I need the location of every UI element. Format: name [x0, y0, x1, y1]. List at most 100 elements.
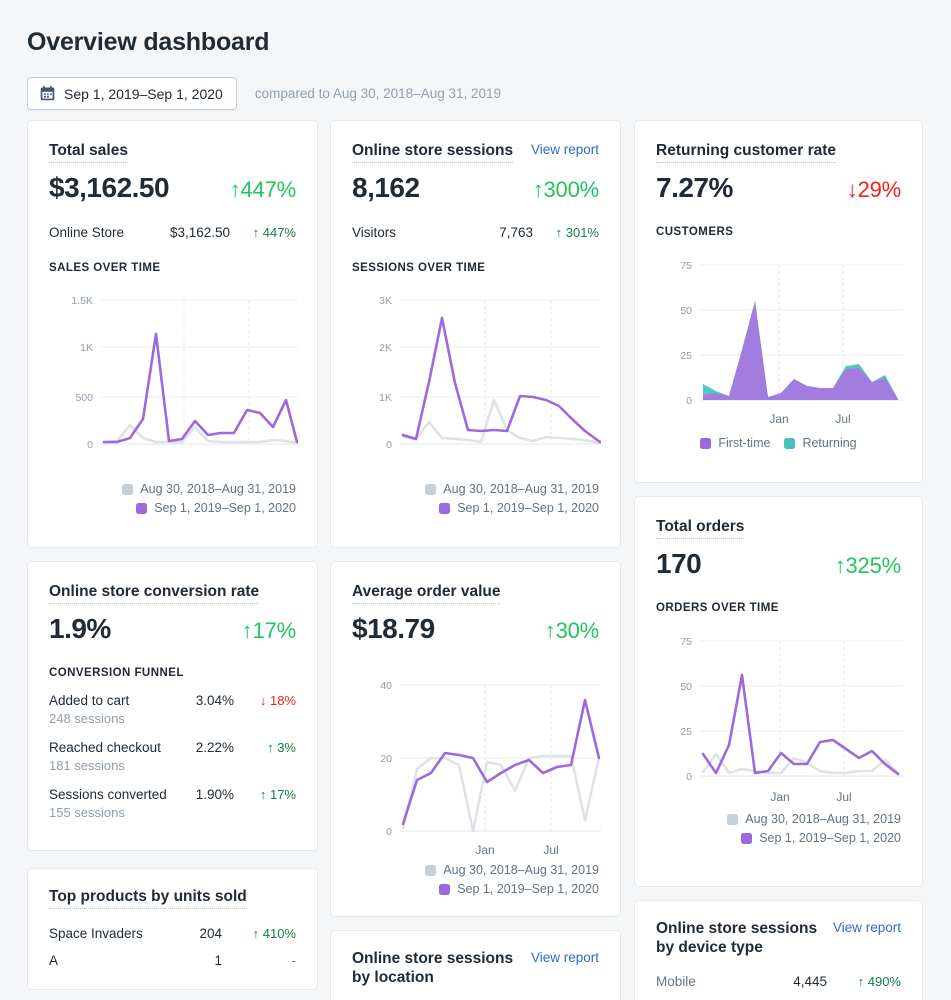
svg-text:Jan: Jan [770, 790, 789, 804]
svg-text:75: 75 [680, 260, 692, 272]
legend-item-previous: Aug 30, 2018–Aug 31, 2019 [425, 863, 599, 877]
sessions-device-title-line1: Online store sessions [656, 920, 818, 937]
sessions-location-title: Online store sessions by location [352, 949, 513, 990]
total-orders-delta: ↑325% [834, 553, 901, 579]
sessions-device-title: Online store sessions by device type [656, 919, 817, 960]
orders-chart-legend: Aug 30, 2018–Aug 31, 2019 Sep 1, 2019–Se… [656, 812, 901, 845]
top-products-title: Top products by units sold [49, 887, 247, 910]
device-sessions: 4,445 [793, 973, 827, 989]
legend-swatch-gray [425, 864, 437, 876]
funnel-name: Sessions converted [49, 787, 167, 803]
total-sales-channel-label: Online Store [49, 225, 125, 241]
sessions-value: 8,162 [352, 172, 420, 204]
svg-text:20: 20 [380, 753, 392, 765]
svg-text:Jul: Jul [543, 843, 558, 857]
sessions-location-title-line1: Online store sessions [352, 950, 514, 967]
device-name: Mobile [656, 973, 696, 989]
sessions-view-report-link[interactable]: View report [531, 141, 599, 157]
aov-value: $18.79 [352, 613, 435, 645]
dashboard-page: Overview dashboard Sep 1, 2019–Sep 1, 20… [0, 0, 951, 1000]
card-total-orders: Total orders 170 ↑325% ORDERS OVER TIME … [634, 496, 923, 887]
legend-label-current: Sep 1, 2019–Sep 1, 2020 [759, 831, 901, 846]
svg-text:25: 25 [680, 726, 692, 738]
legend-item-previous: Aug 30, 2018–Aug 31, 2019 [122, 482, 296, 496]
svg-text:Jan: Jan [475, 843, 494, 857]
total-sales-channel-value: $3,162.50 [169, 225, 230, 241]
aov-header: Average order value [352, 582, 599, 605]
sessions-device-header: Online store sessions by device type Vie… [656, 919, 901, 960]
svg-text:Jul: Jul [835, 412, 850, 426]
aov-title: Average order value [352, 582, 501, 605]
table-row: Space Invaders 204 ↑ 410% [49, 926, 296, 941]
returning-rate-header: Returning customer rate [656, 141, 901, 164]
returning-rate-delta: ↓29% [846, 177, 901, 203]
total-orders-header: Total orders [656, 517, 901, 540]
aov-delta: ↑30% [544, 618, 599, 644]
product-units: 204 [199, 926, 222, 942]
top-products-header: Top products by units sold [49, 887, 296, 910]
funnel-percent: 1.90% [195, 787, 234, 803]
funnel-delta: ↑ 3% [267, 740, 296, 756]
legend-label-previous: Aug 30, 2018–Aug 31, 2019 [443, 863, 599, 878]
total-sales-value: $3,162.50 [49, 172, 170, 204]
sales-over-time-chart: 1.5K 1K 500 0 [49, 282, 298, 470]
customers-chart-legend: First-time Returning [656, 436, 901, 450]
product-name: A [49, 953, 59, 969]
card-total-sales: Total sales $3,162.50 ↑447% Online Store… [27, 120, 318, 548]
sessions-header: Online store sessions View report [352, 141, 599, 164]
product-delta: - [291, 953, 296, 969]
legend-label-previous: Aug 30, 2018–Aug 31, 2019 [745, 812, 901, 827]
conversion-rate-value: 1.9% [49, 613, 111, 645]
total-sales-channel-delta: ↑ 447% [252, 225, 296, 241]
legend-item-first-time: First-time [700, 436, 770, 450]
legend-swatch-purple [439, 502, 451, 514]
total-orders-value: 170 [656, 548, 702, 580]
device-delta: ↑ 490% [857, 973, 901, 989]
table-row: A 1 - [49, 953, 296, 968]
legend-item-current: Sep 1, 2019–Sep 1, 2020 [439, 882, 599, 896]
sessions-location-view-report-link[interactable]: View report [531, 949, 599, 965]
card-conversion-rate: Online store conversion rate 1.9% ↑17% C… [27, 561, 318, 851]
calendar-icon [39, 85, 56, 102]
legend-swatch-purple [136, 502, 148, 514]
sessions-device-view-report-link[interactable]: View report [833, 919, 901, 935]
date-range-button[interactable]: Sep 1, 2019–Sep 1, 2020 [27, 77, 237, 110]
legend-item-current: Sep 1, 2019–Sep 1, 2020 [741, 831, 901, 845]
card-top-products: Top products by units sold Space Invader… [27, 868, 318, 990]
orders-over-time-chart: 75 50 25 0 Jan Jul [656, 622, 903, 804]
svg-text:0: 0 [386, 439, 392, 451]
conversion-rate-title: Online store conversion rate [49, 582, 260, 605]
card-sessions-by-device: Online store sessions by device type Vie… [634, 900, 923, 1000]
svg-text:Jul: Jul [836, 790, 851, 804]
svg-text:75: 75 [680, 636, 692, 648]
funnel-item: Added to cart 3.04% ↓ 18% 248 sessions [49, 693, 296, 726]
returning-rate-value: 7.27% [656, 172, 733, 204]
legend-swatch-returning [784, 437, 796, 449]
svg-text:40: 40 [380, 680, 392, 692]
funnel-delta: ↓ 18% [259, 693, 296, 709]
funnel-item: Sessions converted 1.90% ↑ 17% 155 sessi… [49, 787, 296, 820]
visitors-label: Visitors [352, 225, 397, 241]
aov-chart-legend: Aug 30, 2018–Aug 31, 2019 Sep 1, 2019–Se… [352, 863, 599, 896]
sales-chart-legend: Aug 30, 2018–Aug 31, 2019 Sep 1, 2019–Se… [49, 482, 296, 515]
legend-label-returning: Returning [802, 436, 857, 451]
legend-item-returning: Returning [784, 436, 857, 451]
date-range-label: Sep 1, 2019–Sep 1, 2020 [64, 85, 223, 102]
svg-text:1.5K: 1.5K [71, 295, 93, 307]
legend-label-current: Sep 1, 2019–Sep 1, 2020 [457, 501, 599, 516]
sessions-device-title-line2: by device type [656, 939, 763, 957]
legend-swatch-gray [727, 813, 739, 825]
funnel-percent: 2.22% [195, 740, 234, 756]
total-sales-title: Total sales [49, 141, 128, 164]
svg-text:0: 0 [386, 826, 392, 838]
sessions-over-time-label: SESSIONS OVER TIME [352, 262, 486, 275]
svg-text:500: 500 [75, 392, 93, 404]
total-sales-breakdown-row: Online Store $3,162.50 ↑ 447% [49, 225, 296, 240]
legend-label-current: Sep 1, 2019–Sep 1, 2020 [457, 882, 599, 897]
svg-text:3K: 3K [379, 295, 392, 307]
page-title: Overview dashboard [27, 28, 270, 56]
svg-text:50: 50 [680, 681, 692, 693]
table-row: Mobile 4,445 ↑ 490% [656, 974, 901, 989]
sessions-delta: ↑300% [532, 177, 599, 203]
funnel-delta: ↑ 17% [259, 787, 296, 803]
